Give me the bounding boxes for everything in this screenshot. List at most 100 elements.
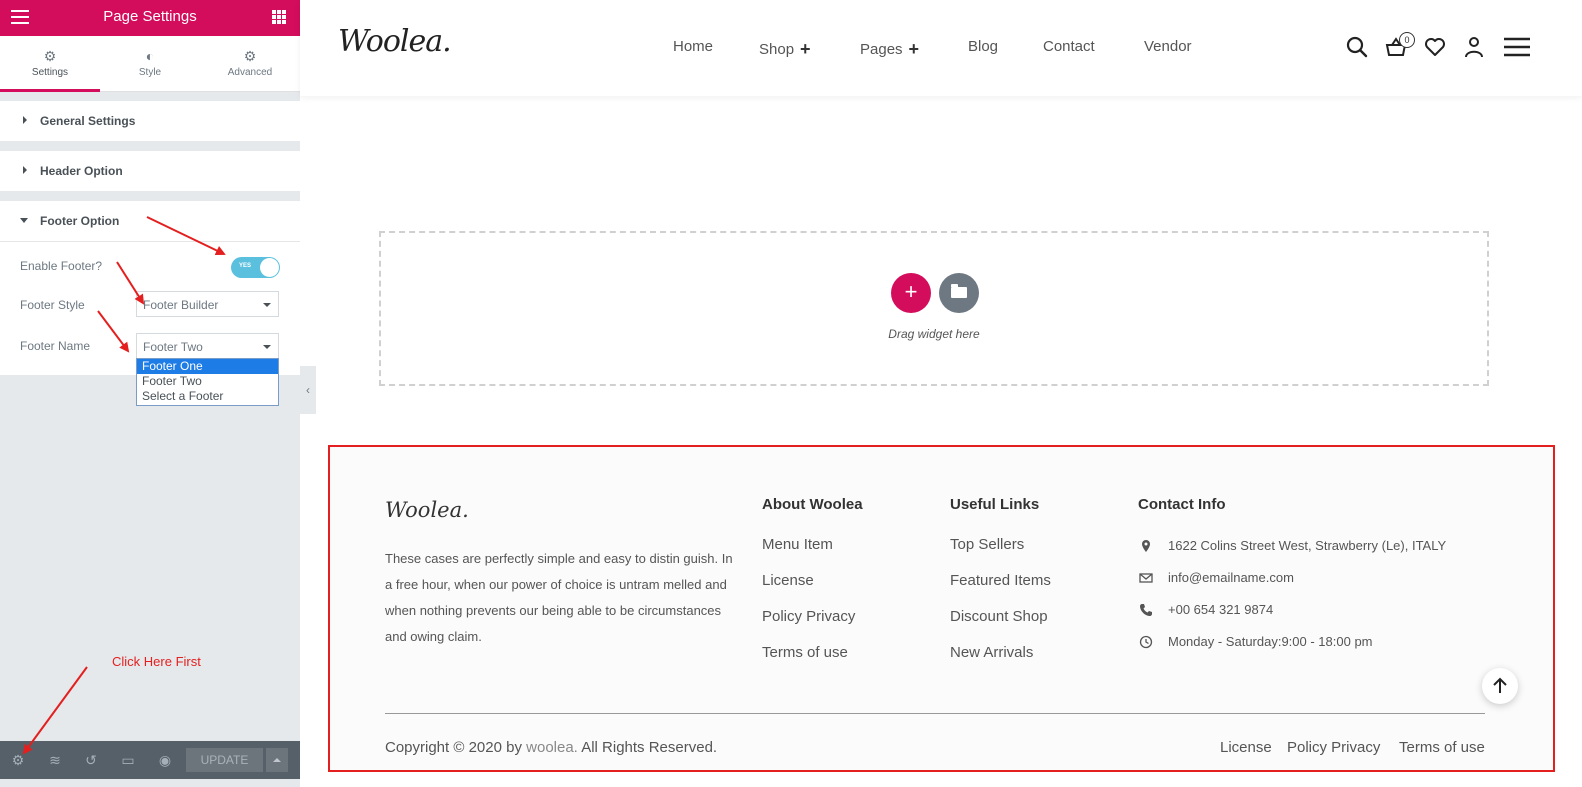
site-logo[interactable]: Woolea. — [338, 24, 452, 59]
contact-phone[interactable]: +00 654 321 9874 — [1168, 602, 1273, 617]
widgets-grid-icon[interactable] — [272, 10, 286, 24]
map-pin-icon — [1142, 540, 1150, 552]
footer-link[interactable]: Menu Item — [762, 536, 833, 553]
footer-link[interactable]: New Arrivals — [950, 644, 1033, 661]
footer-useful-title: Useful Links — [950, 496, 1040, 513]
footer-link[interactable]: License — [762, 572, 814, 589]
section-general-settings[interactable]: General Settings — [0, 101, 300, 141]
footer-style-select[interactable]: Footer Builder — [136, 291, 279, 317]
footer-name-select[interactable]: Footer Two — [136, 333, 279, 359]
site-footer: Woolea. These cases are perfectly simple… — [328, 445, 1555, 772]
add-section-button[interactable]: + — [891, 273, 931, 313]
layers-icon[interactable]: ≋ — [47, 752, 63, 768]
copyright-brand-link[interactable]: woolea. — [526, 739, 578, 756]
user-account-icon[interactable] — [1462, 35, 1486, 59]
nav-vendor[interactable]: Vendor — [1144, 38, 1192, 55]
footer-link[interactable]: Policy Privacy — [762, 608, 855, 625]
plus-icon: + — [908, 39, 920, 59]
caret-right-icon — [23, 116, 27, 124]
add-template-button[interactable] — [939, 273, 979, 313]
click-here-note: Click Here First — [112, 654, 201, 669]
settings-gear-icon[interactable]: ⚙ — [10, 752, 26, 768]
footer-style-label: Footer Style — [20, 298, 85, 312]
gear-icon: ⚙ — [243, 48, 257, 64]
footer-name-value: Footer Two — [143, 340, 203, 354]
footer-contact-title: Contact Info — [1138, 496, 1226, 513]
bottom-link-policy[interactable]: Policy Privacy — [1287, 739, 1380, 756]
widget-dropzone[interactable]: + Drag widget here — [379, 231, 1489, 386]
nav-shop-label: Shop — [759, 41, 795, 58]
section-header-option[interactable]: Header Option — [0, 151, 300, 191]
tab-style-label: Style — [138, 67, 162, 78]
collapse-panel-handle[interactable]: ‹ — [300, 366, 316, 414]
contact-hours: Monday - Saturday:9:00 - 18:00 pm — [1168, 634, 1373, 649]
tab-advanced[interactable]: ⚙ Advanced — [200, 36, 300, 91]
footer-link[interactable]: Discount Shop — [950, 608, 1048, 625]
contact-address: 1622 Colins Street West, Strawberry (Le)… — [1168, 538, 1447, 553]
responsive-desktop-icon[interactable]: ▭ — [120, 752, 136, 768]
phone-icon — [1140, 604, 1152, 616]
nav-contact[interactable]: Contact — [1043, 38, 1095, 55]
envelope-icon — [1139, 573, 1153, 583]
bottom-link-license[interactable]: License — [1220, 739, 1272, 756]
tab-style[interactable]: ◐ Style — [100, 36, 200, 91]
bottom-link-terms[interactable]: Terms of use — [1399, 739, 1485, 756]
half-circle-icon: ◐ — [145, 48, 155, 64]
hamburger-menu-icon[interactable] — [1503, 35, 1531, 59]
section-label: Footer Option — [40, 214, 120, 228]
footer-divider — [385, 713, 1485, 714]
toggle-knob — [260, 258, 279, 277]
update-options-button[interactable] — [266, 748, 288, 772]
footer-about-text: These cases are perfectly simple and eas… — [385, 551, 733, 644]
dropdown-option[interactable]: Select a Footer — [137, 389, 278, 404]
dropdown-option[interactable]: Footer One — [137, 359, 278, 374]
drag-widget-hint: Drag widget here — [888, 327, 980, 341]
gear-icon: ⚙ — [43, 48, 57, 64]
folder-icon — [951, 284, 967, 298]
editor-window: Page Settings ⚙ Settings ◐ Style ⚙ Advan… — [0, 0, 1582, 787]
footer-style-value: Footer Builder — [143, 298, 219, 312]
wishlist-heart-icon[interactable] — [1423, 35, 1447, 59]
chevron-up-icon — [273, 758, 281, 762]
clock-icon — [1139, 635, 1153, 649]
nav-pages[interactable]: Pages + — [860, 38, 919, 59]
update-button[interactable]: UPDATE — [186, 748, 263, 772]
scroll-to-top-button[interactable] — [1482, 668, 1518, 704]
site-header: Woolea. Home Shop + Pages + Blog Contact V… — [300, 0, 1582, 96]
footer-logo[interactable]: Woolea. — [385, 498, 469, 522]
copyright-suffix: All Rights Reserved. — [581, 739, 718, 756]
tab-settings[interactable]: ⚙ Settings — [0, 36, 100, 92]
history-icon[interactable]: ↺ — [83, 752, 99, 768]
section-footer-option[interactable]: Footer Option — [0, 201, 300, 241]
chevron-down-icon — [263, 303, 271, 307]
panel-title: Page Settings — [103, 8, 197, 25]
plus-icon: + — [800, 39, 811, 59]
panel-tabs: ⚙ Settings ◐ Style ⚙ Advanced — [0, 36, 300, 92]
footer-option-controls: Enable Footer? YES Footer Style Footer B… — [0, 241, 300, 375]
toggle-yes-text: YES — [239, 263, 252, 269]
section-label: Header Option — [40, 164, 123, 178]
footer-link[interactable]: Terms of use — [762, 644, 848, 661]
section-label: General Settings — [40, 114, 136, 128]
dropdown-option[interactable]: Footer Two — [137, 374, 278, 389]
footer-name-dropdown: Footer One Footer Two Select a Footer — [136, 358, 279, 406]
nav-home[interactable]: Home — [673, 38, 713, 55]
caret-right-icon — [23, 166, 27, 174]
tab-advanced-label: Advanced — [227, 67, 273, 78]
chevron-down-icon — [263, 345, 271, 349]
footer-link[interactable]: Featured Items — [950, 572, 1051, 589]
nav-pages-label: Pages — [860, 41, 903, 58]
panel-footer-bar: ⚙ ≋ ↺ ▭ ◉ UPDATE — [0, 741, 300, 779]
search-icon[interactable] — [1345, 35, 1369, 59]
nav-blog[interactable]: Blog — [968, 38, 998, 55]
enable-footer-label: Enable Footer? — [20, 259, 103, 273]
copyright-prefix: Copyright © 2020 by — [385, 739, 522, 756]
contact-email[interactable]: info@emailname.com — [1168, 570, 1294, 585]
cart-count-badge: 0 — [1399, 32, 1415, 48]
enable-footer-toggle[interactable]: YES — [231, 257, 280, 278]
preview-eye-icon[interactable]: ◉ — [157, 752, 173, 768]
arrow-up-icon — [1493, 677, 1507, 693]
footer-link[interactable]: Top Sellers — [950, 536, 1024, 553]
nav-shop[interactable]: Shop + — [759, 38, 811, 59]
panel-header: Page Settings — [0, 0, 300, 36]
